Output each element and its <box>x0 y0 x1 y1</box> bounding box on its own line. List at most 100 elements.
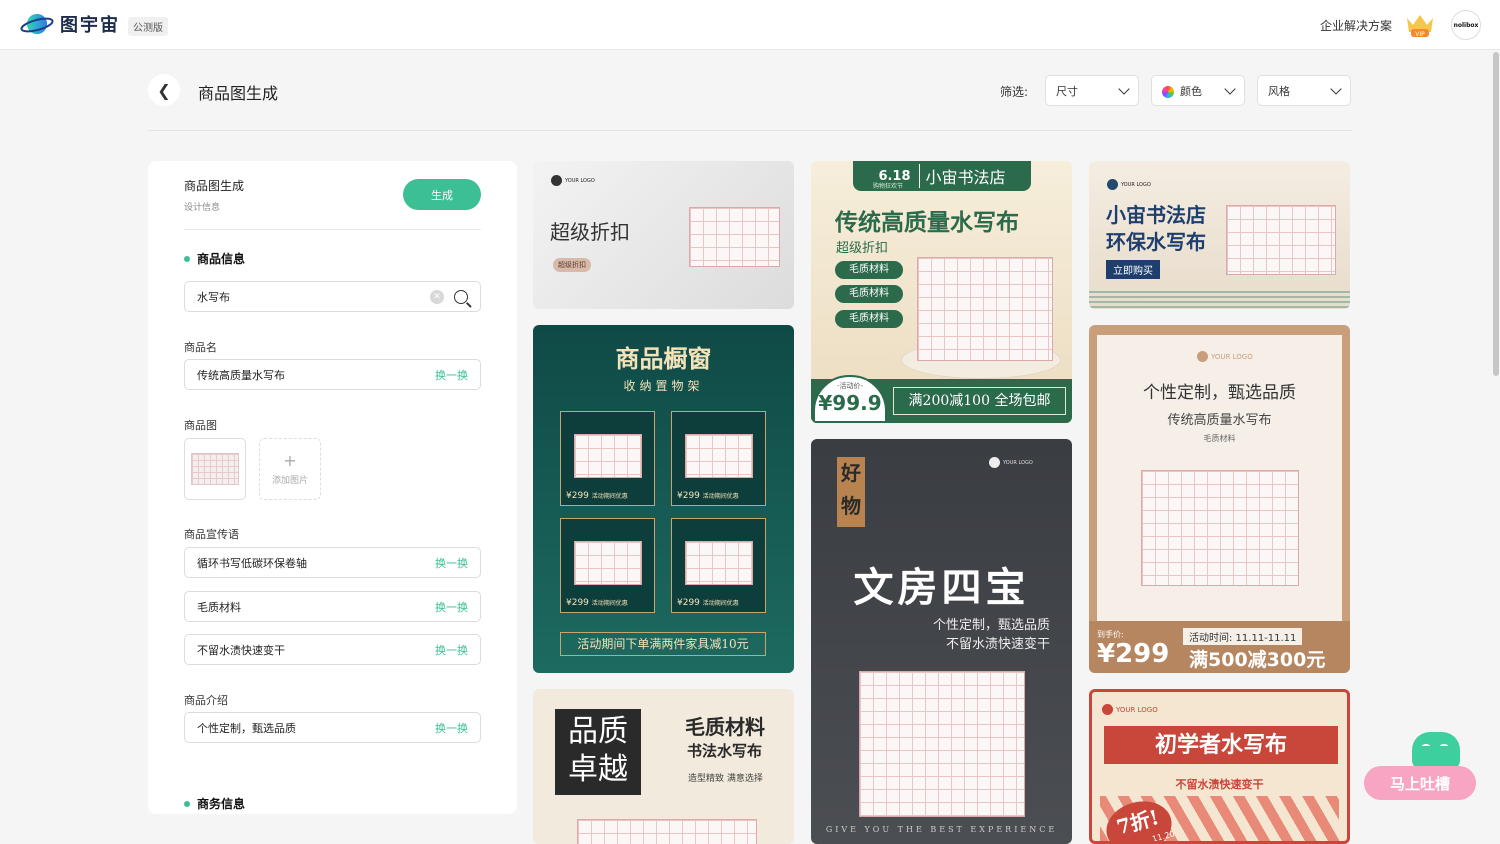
chevron-down-icon <box>1330 82 1342 95</box>
product-name-field[interactable]: 传统高质量水写布 换一换 <box>184 359 481 390</box>
logo-icon <box>1197 351 1208 362</box>
swap-button[interactable]: 换一换 <box>435 642 468 658</box>
style-filter-dropdown[interactable]: 风格 <box>1257 75 1351 106</box>
template-card-8[interactable]: YOUR LOGO 初学者水写布 不留水渍快速变干 7折! 11.20 <box>1089 689 1350 844</box>
page-scrollbar[interactable] <box>1493 52 1499 376</box>
swap-button[interactable]: 换一换 <box>435 720 468 736</box>
card-title: 商品橱窗 <box>615 344 712 373</box>
template-card-6[interactable]: YOUR LOGO 个性定制，甄选品质 传统高质量水写布 毛质材料 到手价: ¥… <box>1089 325 1350 673</box>
card-footer-banner: 满200减100 全场包邮 <box>893 387 1066 415</box>
card-price: ¥299 <box>1097 639 1170 669</box>
generate-button[interactable]: 生成 <box>403 179 481 210</box>
chevron-down-icon <box>1224 82 1236 95</box>
enterprise-link[interactable]: 企业解决方案 <box>1320 17 1392 34</box>
slogan-field-1[interactable]: 循环书写低碳环保卷轴 换一换 <box>184 547 481 578</box>
vip-crown-icon[interactable]: VIP <box>1405 12 1435 38</box>
card-tag: 毛质材料 <box>835 310 903 328</box>
grid-paper-image <box>574 541 642 585</box>
card-subtitle: 不留水渍快速变干 <box>1175 778 1264 791</box>
logo[interactable]: 图宇宙 <box>20 11 120 37</box>
beta-badge: 公测版 <box>128 17 168 36</box>
panel-subtitle: 设计信息 <box>184 203 221 213</box>
wave-decoration <box>1089 291 1350 309</box>
product-tile: ¥299 活动期间优惠 <box>560 518 655 613</box>
back-button[interactable]: ❮ <box>148 74 180 106</box>
slogan-label: 商品宣传语 <box>184 528 239 541</box>
size-filter-dropdown[interactable]: 尺寸 <box>1045 75 1139 106</box>
chevron-down-icon <box>1118 82 1130 95</box>
color-wheel-icon <box>1162 85 1174 98</box>
dropdown-label: 风格 <box>1268 84 1290 98</box>
field-value: 循环书写低碳环保卷轴 <box>197 556 307 570</box>
section-product-info: 商品信息 <box>184 250 245 267</box>
card-subtitle: 超级折扣 <box>836 241 889 256</box>
card-title: 超级折扣 <box>550 220 630 244</box>
template-card-5[interactable]: 好物 YOUR LOGO 文房四宝 个性定制，甄选品质 不留水渍快速变干 GIV… <box>811 439 1072 844</box>
card-tag: 毛质材料 <box>835 261 903 279</box>
search-icon[interactable] <box>454 289 468 304</box>
add-image-button[interactable]: + 添加图片 <box>259 438 321 500</box>
intro-field[interactable]: 个性定制，甄选品质 换一换 <box>184 712 481 743</box>
card-tag: 毛质材料 <box>835 285 903 303</box>
panel-title: 商品图生成 <box>184 179 245 193</box>
field-value: 个性定制，甄选品质 <box>197 721 296 735</box>
feedback-button[interactable]: 马上吐槽 <box>1364 766 1476 800</box>
card-title: 小宙书法店 <box>1106 203 1206 227</box>
logo-icon <box>1102 704 1113 715</box>
panel-divider <box>184 229 481 230</box>
search-input[interactable]: 水写布 ✕ <box>184 281 481 312</box>
design-panel: 商品图生成 设计信息 生成 商品信息 水写布 ✕ 商品名 传统高质量水写布 换一… <box>148 161 517 814</box>
bullet-dot <box>184 255 190 262</box>
product-name-label: 商品名 <box>184 341 217 354</box>
activity-time: 活动时间: 11.11-11.11 <box>1183 628 1303 645</box>
mascot-icon[interactable] <box>1412 732 1460 770</box>
grid-paper-image <box>689 207 780 267</box>
swap-button[interactable]: 换一换 <box>435 599 468 615</box>
planet-icon <box>20 14 54 34</box>
product-tile: ¥299 活动期间优惠 <box>671 411 766 506</box>
grid-paper-image <box>191 453 239 485</box>
card-subtitle: 收纳置物架 <box>623 379 704 393</box>
card-badge: 品质卓越 <box>555 709 641 795</box>
grid-paper-image <box>685 434 753 478</box>
color-filter-dropdown[interactable]: 颜色 <box>1151 75 1245 106</box>
card-subtitle: 个性定制，甄选品质 <box>932 618 1050 633</box>
avatar[interactable]: nolibox <box>1451 10 1481 40</box>
product-tile: ¥299 活动期间优惠 <box>671 518 766 613</box>
grid-paper-image <box>1226 205 1336 275</box>
logo-icon <box>989 457 1000 468</box>
header-divider <box>148 130 1352 131</box>
buy-now-button[interactable]: 立即购买 <box>1106 260 1160 279</box>
page-title: 商品图生成 <box>198 84 279 103</box>
brand-name: 图宇宙 <box>60 15 120 36</box>
swap-button[interactable]: 换一换 <box>435 555 468 571</box>
template-card-7[interactable]: 品质卓越 毛质材料 书法水写布 造型精致 满意选择 <box>533 689 794 844</box>
product-image-thumbnail[interactable] <box>184 438 246 500</box>
grid-paper-image <box>577 819 757 844</box>
svg-text:VIP: VIP <box>1415 31 1425 38</box>
card-small-text: 造型精致 满意选择 <box>688 774 763 784</box>
product-image-label: 商品图 <box>184 419 217 432</box>
card-footer: GIVE YOU THE BEST EXPERIENCE <box>825 825 1058 834</box>
template-card-4[interactable]: YOUR LOGO 小宙书法店 环保水写布 立即购买 <box>1089 161 1350 309</box>
clear-icon[interactable]: ✕ <box>430 289 444 304</box>
grid-paper-image <box>859 671 1025 817</box>
slogan-field-2[interactable]: 毛质材料 换一换 <box>184 591 481 622</box>
template-card-2[interactable]: 商品橱窗 收纳置物架 ¥299 活动期间优惠 ¥299 活动期间优惠 ¥299 … <box>533 325 794 673</box>
grid-paper-image <box>685 541 753 585</box>
card-title: 传统高质量水写布 <box>835 209 1019 236</box>
card-footer-banner: 活动期间下单满两件家具减10元 <box>560 632 766 656</box>
product-tile: ¥299 活动期间优惠 <box>560 411 655 506</box>
card-title: 个性定制，甄选品质 <box>1143 383 1296 403</box>
card-badge: 好物 <box>837 457 865 527</box>
card-subtitle: 传统高质量水写布 <box>1167 413 1272 428</box>
grid-paper-image <box>1141 470 1299 586</box>
card-subtitle: 不留水渍快速变干 <box>945 637 1050 652</box>
template-card-3[interactable]: 6.18 小宙书法店 购物狂欢节 传统高质量水写布 超级折扣 毛质材料 毛质材料… <box>811 161 1072 423</box>
swap-button[interactable]: 换一换 <box>435 367 468 383</box>
dropdown-label: 尺寸 <box>1056 84 1078 98</box>
section-business-info: 商务信息 <box>184 795 245 812</box>
slogan-field-3[interactable]: 不留水渍快速变干 换一换 <box>184 634 481 665</box>
card-subtitle: 环保水写布 <box>1106 230 1206 254</box>
template-card-1[interactable]: YOUR LOGO 超级折扣 超级折扣 <box>533 161 794 309</box>
